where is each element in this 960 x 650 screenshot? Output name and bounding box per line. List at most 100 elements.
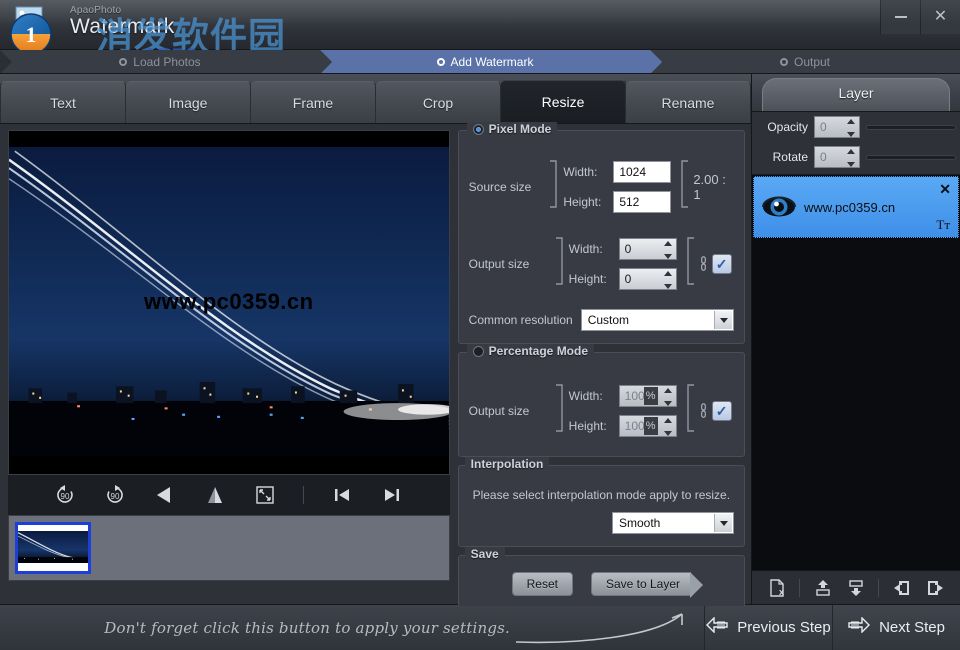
opacity-row: Opacity 0 bbox=[752, 112, 960, 142]
common-resolution-label: Common resolution bbox=[468, 313, 573, 327]
flip-vertical-icon[interactable] bbox=[203, 483, 227, 507]
percentage-mode-legend[interactable]: Percentage Mode bbox=[466, 344, 595, 358]
rotate-left-90-icon[interactable]: 90 bbox=[53, 483, 77, 507]
left-region: Text Image Frame Crop Resize Rename www.… bbox=[0, 74, 752, 606]
chevron-down-icon[interactable] bbox=[714, 311, 732, 329]
save-legend: Save bbox=[464, 547, 505, 561]
source-width-label: Width: bbox=[563, 164, 598, 179]
previous-image-icon[interactable] bbox=[330, 483, 354, 507]
check-icon: ✓ bbox=[715, 255, 728, 272]
step-label: Load Photos bbox=[133, 55, 201, 69]
output-width-spinner[interactable]: 0 bbox=[618, 237, 677, 260]
tab-rename[interactable]: Rename bbox=[626, 81, 751, 123]
save-group: Save Reset Save to Layer bbox=[457, 547, 745, 606]
spinner-arrows-icon[interactable] bbox=[847, 149, 856, 167]
import-layer-icon[interactable] bbox=[891, 577, 913, 599]
preview-column: www.pc0359.cn 90 90 bbox=[0, 124, 458, 604]
export-layer-icon[interactable] bbox=[924, 577, 946, 599]
rotate-slider[interactable] bbox=[866, 154, 956, 160]
hint-zone: Don't forget click this button to apply … bbox=[0, 605, 704, 650]
thumbnail-strip[interactable] bbox=[8, 515, 450, 581]
spinner-arrows-icon[interactable] bbox=[663, 270, 673, 289]
layer-list-item[interactable]: www.pc0359.cn ✕ Tт bbox=[753, 176, 959, 238]
tab-text[interactable]: Text bbox=[0, 81, 126, 123]
arrow-right-icon bbox=[848, 616, 871, 638]
check-icon: ✓ bbox=[715, 402, 728, 419]
source-size-label: Source size bbox=[468, 179, 532, 194]
rotate-spinner[interactable]: 0 bbox=[814, 146, 860, 168]
spinner-arrows-icon[interactable] bbox=[847, 119, 856, 137]
toolbar-divider bbox=[303, 486, 305, 504]
preview-toolbar: 90 90 bbox=[8, 475, 450, 515]
previous-step-button[interactable]: Previous Step bbox=[704, 605, 832, 650]
delete-layer-icon[interactable]: x bbox=[766, 577, 788, 599]
move-layer-up-icon[interactable] bbox=[812, 577, 834, 599]
opacity-value: 0 bbox=[820, 120, 827, 134]
percentage-height-spinner[interactable]: 100% bbox=[618, 414, 677, 437]
pixel-mode-radio[interactable] bbox=[472, 123, 484, 135]
spinner-arrows-icon[interactable] bbox=[663, 417, 673, 436]
percentage-width-value: 100 bbox=[624, 388, 645, 403]
fit-to-screen-icon[interactable] bbox=[253, 483, 277, 507]
thumbnail-image bbox=[18, 531, 88, 563]
opacity-spinner[interactable]: 0 bbox=[814, 116, 860, 138]
tab-crop[interactable]: Crop bbox=[376, 81, 501, 123]
source-height-input[interactable]: 512 bbox=[613, 190, 672, 213]
step-output[interactable]: Output bbox=[650, 50, 960, 73]
rotate-right-90-icon[interactable]: 90 bbox=[103, 483, 127, 507]
percentage-keep-aspect-ratio-checkbox[interactable]: ✓ bbox=[711, 400, 732, 421]
spinner-arrows-icon[interactable] bbox=[663, 387, 673, 406]
step-load-photos[interactable]: Load Photos bbox=[0, 50, 332, 73]
step-label: Output bbox=[793, 55, 831, 69]
pixel-mode-legend[interactable]: Pixel Mode bbox=[466, 122, 558, 136]
eye-icon[interactable] bbox=[762, 192, 798, 222]
percentage-width-spinner[interactable]: 100% bbox=[618, 384, 677, 407]
opacity-slider[interactable] bbox=[866, 124, 956, 130]
wizard-step-bar: Load Photos Add Watermark Output bbox=[0, 50, 960, 74]
interpolation-group: Interpolation Please select interpolatio… bbox=[457, 457, 745, 547]
percentage-height-label: Height: bbox=[568, 418, 607, 433]
percentage-output-size-label: Output size bbox=[468, 403, 530, 418]
minimize-icon bbox=[894, 16, 907, 18]
keep-aspect-ratio-checkbox[interactable]: ✓ bbox=[711, 253, 732, 274]
percentage-height-value: 100 bbox=[624, 418, 645, 433]
title-bar: 1 ApaoPhoto Watermark 消发软件园 www.pc0359.c… bbox=[0, 0, 960, 68]
image-preview[interactable]: www.pc0359.cn bbox=[8, 130, 450, 475]
next-step-button[interactable]: Next Step bbox=[832, 605, 960, 650]
layer-list[interactable]: www.pc0359.cn ✕ Tт bbox=[752, 175, 960, 570]
output-height-spinner[interactable]: 0 bbox=[618, 267, 677, 290]
opacity-label: Opacity bbox=[767, 120, 808, 134]
link-chain-icon bbox=[699, 402, 708, 420]
preview-watermark-text: www.pc0359.cn bbox=[144, 288, 314, 314]
interpolation-select[interactable]: Smooth bbox=[612, 512, 734, 534]
close-button[interactable]: ✕ bbox=[920, 0, 960, 34]
percent-symbol: % bbox=[643, 416, 658, 435]
percentage-brace bbox=[555, 379, 569, 442]
tab-frame[interactable]: Frame bbox=[251, 81, 376, 123]
common-resolution-select[interactable]: Custom bbox=[580, 309, 734, 331]
layer-close-icon[interactable]: ✕ bbox=[939, 181, 951, 198]
flip-horizontal-icon[interactable] bbox=[153, 483, 177, 507]
output-height-value: 0 bbox=[624, 271, 632, 286]
move-layer-down-icon[interactable] bbox=[845, 577, 867, 599]
spinner-arrows-icon[interactable] bbox=[663, 240, 673, 259]
save-to-layer-button[interactable]: Save to Layer bbox=[590, 572, 704, 598]
layer-name: www.pc0359.cn bbox=[804, 199, 896, 215]
rotate-value: 0 bbox=[820, 150, 827, 164]
layer-panel-header: Layer bbox=[752, 74, 960, 112]
minimize-button[interactable] bbox=[880, 0, 920, 34]
tab-resize[interactable]: Resize bbox=[501, 79, 626, 123]
tab-image[interactable]: Image bbox=[126, 81, 251, 123]
source-width-input[interactable]: 1024 bbox=[613, 160, 672, 183]
thumbnail-item[interactable] bbox=[15, 522, 91, 574]
output-width-value: 0 bbox=[624, 241, 632, 256]
percentage-mode-group: Percentage Mode Output size Width: 100% bbox=[457, 344, 745, 457]
reset-button[interactable]: Reset bbox=[511, 572, 573, 596]
output-width-label: Width: bbox=[568, 241, 603, 256]
percentage-mode-radio[interactable] bbox=[472, 345, 484, 357]
next-image-icon[interactable] bbox=[380, 483, 404, 507]
chevron-down-icon[interactable] bbox=[714, 514, 732, 532]
output-height-label: Height: bbox=[568, 271, 607, 286]
interpolation-legend: Interpolation bbox=[464, 457, 550, 471]
step-add-watermark[interactable]: Add Watermark bbox=[320, 50, 662, 73]
